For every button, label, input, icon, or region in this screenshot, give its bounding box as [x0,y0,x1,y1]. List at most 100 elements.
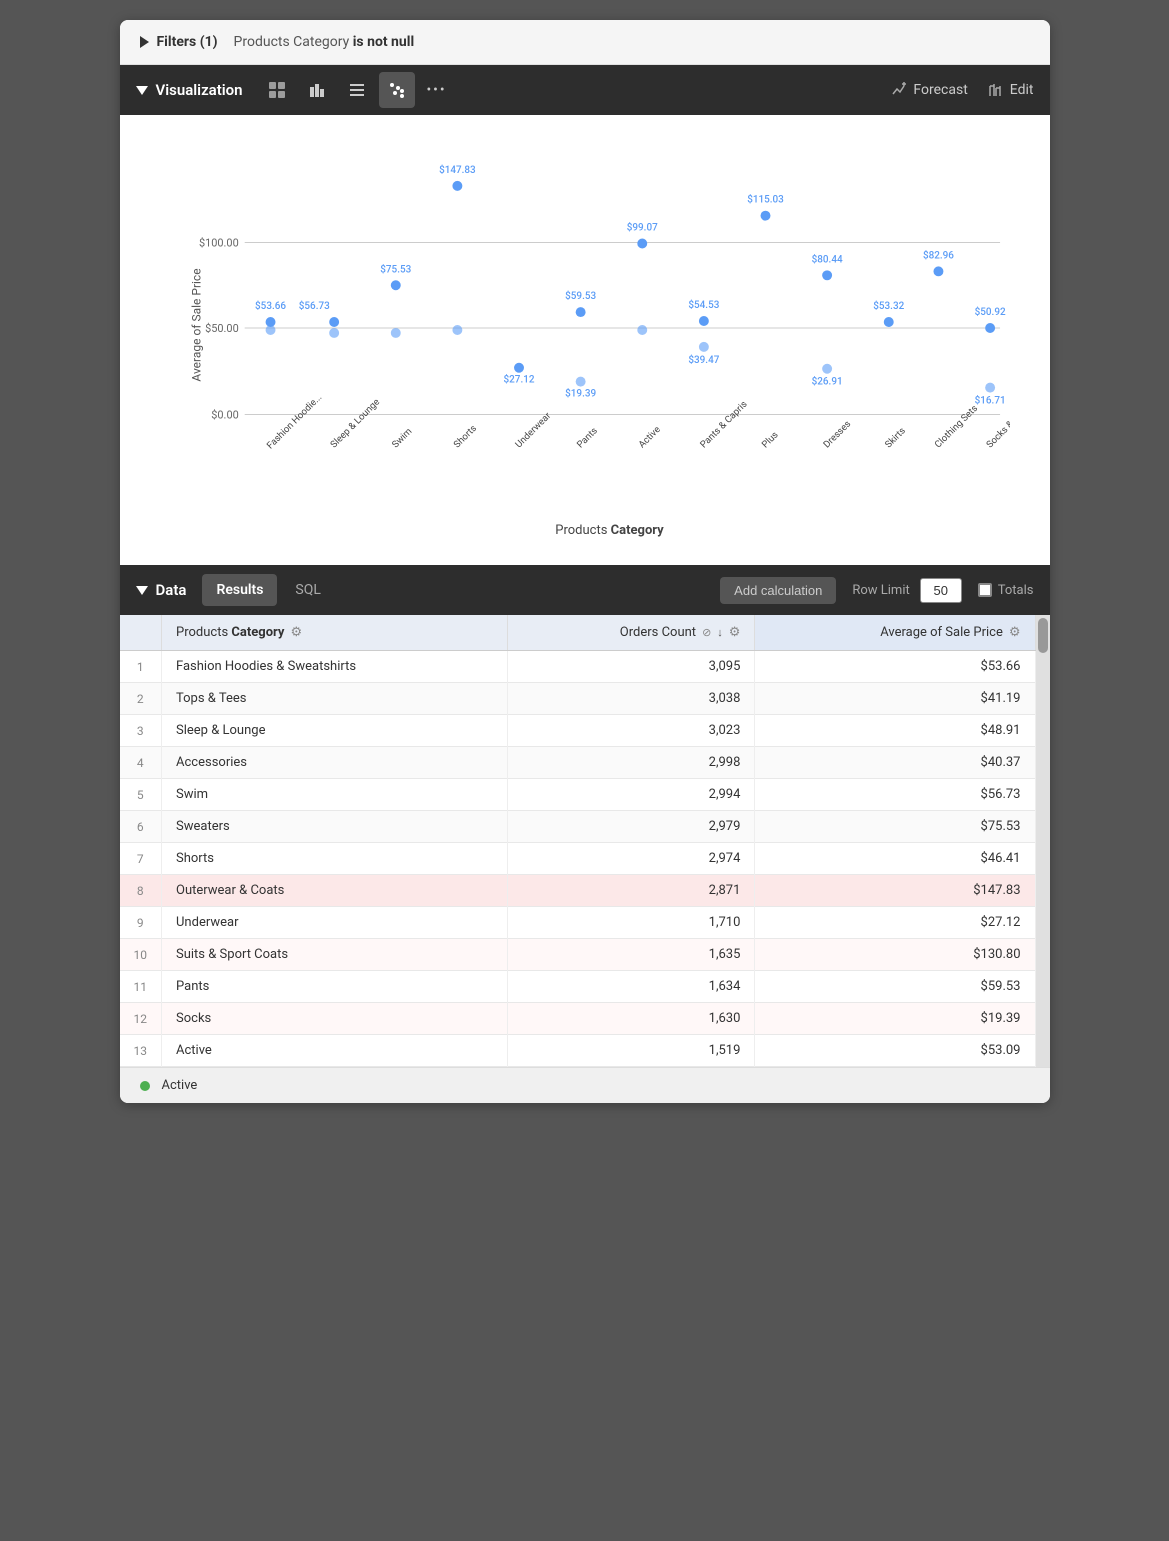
cell-avg-price: $75.53 [755,811,1035,843]
data-toggle[interactable]: Data [136,581,187,599]
status-bar: Active [120,1067,1050,1103]
cell-avg-price: $27.12 [755,907,1035,939]
table-row: 6Sweaters2,979$75.53 [120,811,1036,843]
cell-avg-price: $41.19 [755,683,1035,715]
cell-category: Socks [162,1003,508,1035]
table-row: 2Tops & Tees3,038$41.19 [120,683,1036,715]
filters-expand-icon [140,36,149,48]
cell-row-num: 12 [120,1003,162,1035]
svg-text:$115.03: $115.03 [747,195,784,206]
svg-text:Shorts: Shorts [451,423,478,450]
cell-row-num: 7 [120,843,162,875]
svg-text:Clothing Sets: Clothing Sets [932,403,979,450]
sort-desc-icon[interactable]: ↓ [717,626,723,639]
chart-area: $0.00 $50.00 $100.00 $53.66 Fashion Hood… [120,115,1050,565]
cell-row-num: 11 [120,971,162,1003]
svg-text:Pants: Pants [574,425,599,450]
table-header-row: Products Category ⚙ Orders Count ⊘ ↓ ⚙ [120,615,1036,651]
table-row: 4Accessories2,998$40.37 [120,747,1036,779]
cell-orders-count: 1,635 [507,939,755,971]
svg-text:$82.96: $82.96 [922,250,953,261]
filters-condition: Products Category is not null [234,34,415,50]
cell-category: Swim [162,779,508,811]
totals-checkbox[interactable] [978,583,992,597]
svg-text:Underwear: Underwear [513,410,553,450]
scatter-btn[interactable] [379,72,415,108]
tab-results[interactable]: Results [202,574,277,606]
cell-orders-count: 2,974 [507,843,755,875]
cell-category: Outerwear & Coats [162,875,508,907]
edit-btn[interactable]: Edit [988,82,1034,98]
table-row: 9Underwear1,710$27.12 [120,907,1036,939]
x-axis-label-bold: Category [611,523,664,538]
table-row: 1Fashion Hoodies & Sweatshirts3,095$53.6… [120,651,1036,683]
filters-toggle[interactable]: Filters (1) [140,34,218,50]
svg-text:$19.39: $19.39 [565,389,596,400]
status-dot [140,1081,150,1091]
cell-category: Underwear [162,907,508,939]
row-limit-label: Row Limit [852,583,909,598]
col-header-orders[interactable]: Orders Count ⊘ ↓ ⚙ [507,615,755,651]
forecast-btn[interactable]: Forecast [891,82,967,98]
list-view-btn[interactable] [339,72,375,108]
cell-orders-count: 1,519 [507,1035,755,1067]
viz-bar: Visualization [120,65,1050,115]
svg-text:$75.53: $75.53 [380,264,411,275]
svg-text:$16.71: $16.71 [974,396,1005,407]
add-calculation-btn[interactable]: Add calculation [720,577,836,604]
cell-category: Sweaters [162,811,508,843]
table-row: 13Active1,519$53.09 [120,1035,1036,1067]
data-collapse-icon [136,586,148,595]
bar-chart-btn[interactable] [299,72,335,108]
viz-toggle[interactable]: Visualization [136,81,243,99]
cell-row-num: 8 [120,875,162,907]
col-header-avg-price[interactable]: Average of Sale Price ⚙ [755,615,1035,651]
col-avg-label: Average of Sale Price [880,625,1003,640]
cell-orders-count: 2,994 [507,779,755,811]
col-header-num [120,615,162,651]
svg-text:Skirts: Skirts [883,425,908,450]
totals-label: Totals [978,583,1034,598]
svg-text:$27.12: $27.12 [503,375,534,386]
cell-orders-count: 3,023 [507,715,755,747]
svg-text:$99.07: $99.07 [626,223,657,234]
cell-avg-price: $59.53 [755,971,1035,1003]
svg-text:Pants & Capris: Pants & Capris [698,399,749,450]
cell-row-num: 5 [120,779,162,811]
scrollbar-thumb[interactable] [1038,618,1048,653]
forecast-label: Forecast [913,82,967,98]
chart-wrapper: $0.00 $50.00 $100.00 $53.66 Fashion Hood… [130,135,1020,555]
table-row: 12Socks1,630$19.39 [120,1003,1036,1035]
svg-text:$39.47: $39.47 [688,355,719,366]
scrollbar-right[interactable] [1036,615,1050,1067]
svg-text:Sleep & Lounge: Sleep & Lounge [328,397,382,451]
cell-orders-count: 2,871 [507,875,755,907]
tab-sql[interactable]: SQL [281,574,334,606]
results-table: Products Category ⚙ Orders Count ⊘ ↓ ⚙ [120,615,1036,1067]
svg-text:Fashion Hoodie...: Fashion Hoodie... [264,392,323,451]
cell-category: Accessories [162,747,508,779]
table-row: 10Suits & Sport Coats1,635$130.80 [120,939,1036,971]
more-options-btn[interactable]: ••• [419,72,455,108]
y-axis-label: Average of Sale Price [189,268,203,381]
svg-text:$26.91: $26.91 [811,377,842,388]
avg-gear-icon[interactable]: ⚙ [1009,625,1021,640]
category-gear-icon[interactable]: ⚙ [290,625,302,640]
data-bar: Data Results SQL Add calculation Row Lim… [120,565,1050,615]
status-text: Active [162,1078,198,1093]
cell-row-num: 3 [120,715,162,747]
cell-avg-price: $130.80 [755,939,1035,971]
cell-row-num: 2 [120,683,162,715]
row-limit-input[interactable] [920,578,962,603]
table-view-btn[interactable] [259,72,295,108]
filter-icon[interactable]: ⊘ [702,626,711,639]
svg-text:$80.44: $80.44 [811,254,842,265]
cell-row-num: 6 [120,811,162,843]
cell-avg-price: $53.09 [755,1035,1035,1067]
cell-orders-count: 1,630 [507,1003,755,1035]
cell-avg-price: $40.37 [755,747,1035,779]
cell-avg-price: $46.41 [755,843,1035,875]
col-header-category[interactable]: Products Category ⚙ [162,615,508,651]
orders-gear-icon[interactable]: ⚙ [729,625,741,640]
cell-category: Sleep & Lounge [162,715,508,747]
